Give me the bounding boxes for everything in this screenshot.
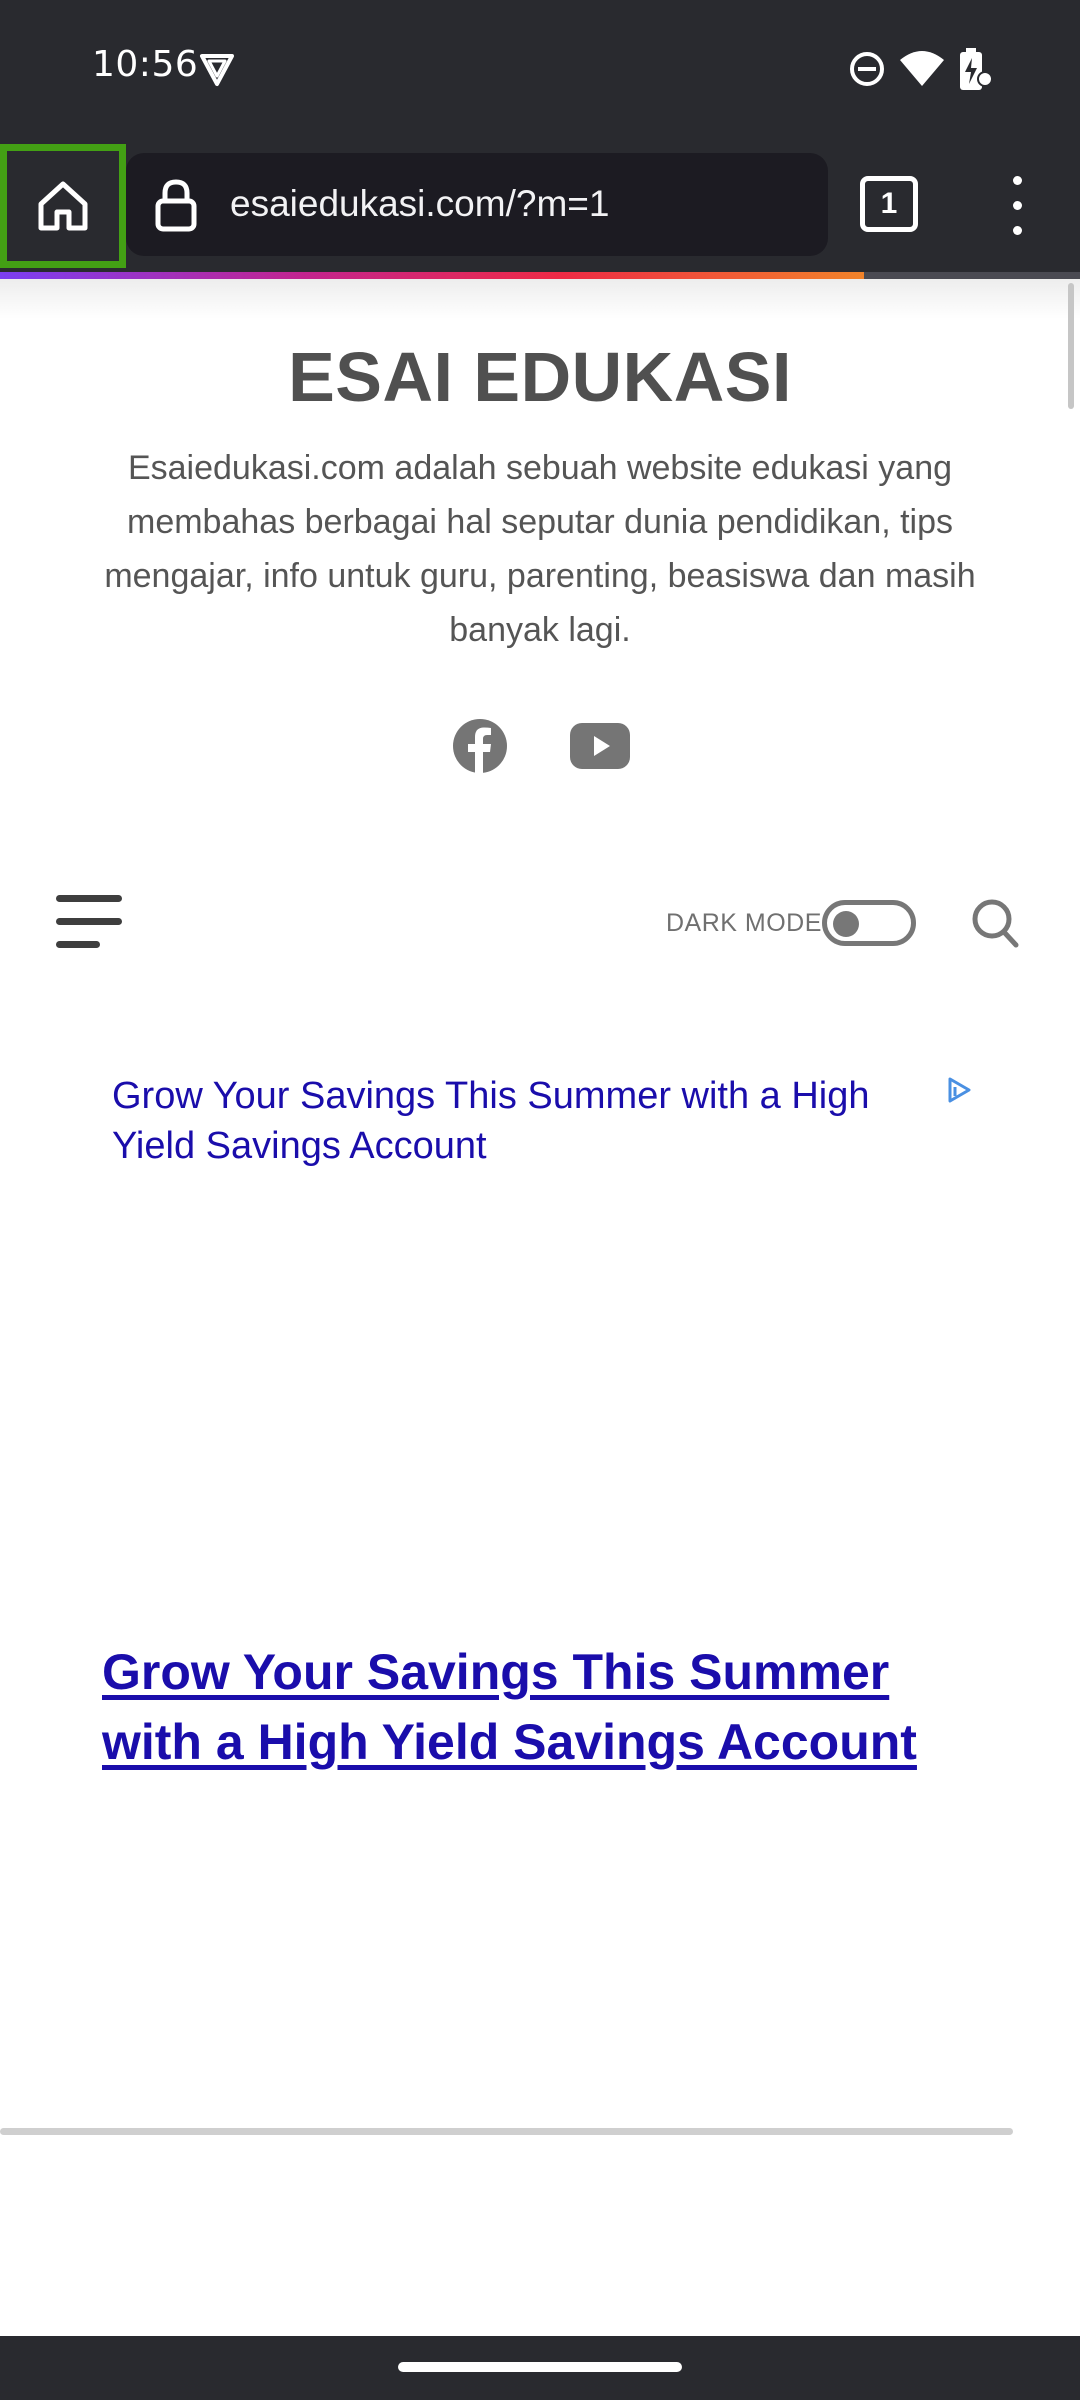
ad-link[interactable]: Grow Your Savings This Summer with a Hig… xyxy=(112,1071,942,1171)
battery-charging-icon xyxy=(960,48,992,90)
hamburger-line xyxy=(56,941,100,948)
system-nav-bar xyxy=(0,2336,1080,2400)
site-title[interactable]: ESAI EDUKASI xyxy=(0,337,1080,417)
facebook-icon[interactable] xyxy=(452,718,508,774)
search-icon[interactable] xyxy=(970,897,1020,949)
youtube-icon[interactable] xyxy=(570,723,630,769)
overflow-menu-button[interactable] xyxy=(998,174,1038,238)
dark-mode-toggle[interactable] xyxy=(822,900,916,946)
page-load-progress xyxy=(0,272,1080,279)
divider xyxy=(0,2128,1013,2135)
wifi-icon xyxy=(900,51,944,86)
hamburger-menu-button[interactable] xyxy=(56,895,122,949)
tab-count: 1 xyxy=(880,187,898,220)
ad-choices-icon[interactable] xyxy=(945,1076,973,1104)
menu-dot xyxy=(1013,226,1022,235)
toggle-knob xyxy=(833,911,859,937)
hamburger-line xyxy=(56,918,122,925)
toolbar-shadow xyxy=(0,279,1080,319)
do-not-disturb-icon xyxy=(850,52,884,86)
status-bar: 10:56 xyxy=(0,0,1080,136)
site-description: Esaiedukasi.com adalah sebuah website ed… xyxy=(104,449,976,649)
status-time: 10:56 xyxy=(92,44,199,85)
home-icon xyxy=(38,181,88,231)
home-button[interactable] xyxy=(0,144,126,268)
menu-dot xyxy=(1013,176,1022,185)
vpn-shield-icon xyxy=(200,54,234,86)
url-text[interactable]: esaiedukasi.com/?m=1 xyxy=(230,183,609,225)
url-bar[interactable]: esaiedukasi.com/?m=1 xyxy=(126,153,828,256)
web-page: ESAI EDUKASI Esaiedukasi.com adalah sebu… xyxy=(0,279,1080,2336)
menu-dot xyxy=(1013,201,1022,210)
home-gesture-handle[interactable] xyxy=(398,2362,682,2372)
dark-mode-label: DARK MODE xyxy=(666,909,822,937)
browser-toolbar: esaiedukasi.com/?m=1 1 xyxy=(0,136,1080,272)
tabs-button[interactable]: 1 xyxy=(860,176,918,232)
page-load-progress-fill xyxy=(0,272,864,279)
lock-icon[interactable] xyxy=(154,177,198,233)
ad-headline-link[interactable]: Grow Your Savings This Summer with a Hig… xyxy=(102,1637,962,1777)
hamburger-line xyxy=(56,895,122,902)
